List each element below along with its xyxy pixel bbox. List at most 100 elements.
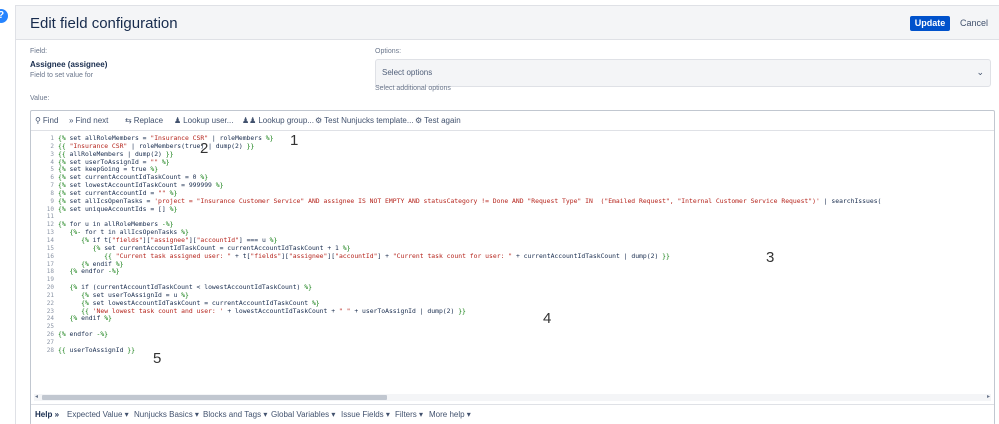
code-lines[interactable]: {% set allRoleMembers = "Insurance CSR" … — [58, 135, 994, 355]
code-editor[interactable]: ⚲ Find » Find next ⇆ Replace ♟ Lookup user..… — [30, 110, 995, 424]
lookup-group-button[interactable]: ♟♟ Lookup group... — [242, 116, 314, 125]
annotation-5: 5 — [153, 350, 162, 367]
user-icon: ♟ — [174, 116, 182, 125]
help-blocks-and-tags[interactable]: Blocks and Tags ▾ — [203, 410, 267, 419]
test-again-button[interactable]: ⚙ Test again — [415, 116, 461, 125]
find-next-icon: » — [69, 116, 74, 125]
code-line[interactable]: {% set allIcsOpenTasks = 'project = "Ins… — [58, 198, 994, 206]
update-button[interactable]: Update — [910, 16, 950, 31]
value-label: Value: — [30, 95, 50, 102]
find-next-button[interactable]: » Find next — [69, 116, 108, 125]
line-number: 23 — [46, 307, 54, 315]
code-line[interactable]: {% if (currentAccountIdTaskCount < lowes… — [58, 284, 994, 292]
annotation-2: 2 — [200, 140, 209, 157]
horizontal-scrollbar[interactable]: ◂ ▸ — [34, 394, 991, 401]
scrollbar-thumb[interactable] — [42, 395, 387, 400]
code-line[interactable]: {% set lowestAccountIdTaskCount = 999999… — [58, 182, 994, 190]
annotation-3: 3 — [766, 249, 775, 266]
line-number: 27 — [46, 338, 54, 346]
annotation-4: 4 — [543, 310, 552, 327]
edit-field-dialog: Edit field configuration Update Cancel F… — [15, 5, 999, 424]
code-line[interactable]: {% set currentAccountIdTaskCount = 0 %} — [58, 174, 994, 182]
line-number: 7 — [50, 182, 54, 190]
code-line[interactable]: {% set uniqueAccountIds = [] %} — [58, 206, 994, 214]
code-line[interactable]: {% for u in allRoleMembers -%} — [58, 221, 994, 229]
help-arrow-icon: » — [54, 410, 60, 419]
scroll-right-icon[interactable]: ▸ — [987, 393, 990, 400]
replace-label: Replace — [133, 116, 164, 125]
line-number-gutter: 1 2 3 4 5 6 7 8 9 10 11 12 13 14 15 16 17 18 19 20 21 22 23 24 2… — [31, 135, 54, 355]
help-expected-value[interactable]: Expected Value ▾ — [67, 410, 129, 419]
code-line[interactable]: {% endif %} — [58, 315, 994, 323]
code-line[interactable]: {%- for t in allIcsOpenTasks %} — [58, 229, 994, 237]
field-hint: Field to set value for — [30, 72, 94, 79]
code-line[interactable]: {% set allRoleMembers = "Insurance CSR" … — [58, 135, 994, 143]
replace-button[interactable]: ⇆ Replace — [125, 116, 163, 125]
help-global-variables[interactable]: Global Variables ▾ — [271, 410, 335, 419]
code-line[interactable]: {% if t["fields"]["assignee"]["accountId… — [58, 237, 994, 245]
help-filters[interactable]: Filters ▾ — [395, 410, 423, 419]
code-line[interactable]: {% endif %} — [58, 261, 994, 269]
help-bubble-icon[interactable]: ? — [0, 9, 8, 23]
chevron-down-icon: ⌄ — [976, 67, 984, 77]
code-line[interactable]: {% set keepGoing = true %} — [58, 166, 994, 174]
code-line[interactable]: {{ "Current task assigned user: " + t["f… — [58, 253, 994, 261]
field-value: Assignee (assignee) — [30, 60, 108, 69]
code-line[interactable] — [58, 276, 994, 284]
line-number: 10 — [46, 205, 54, 213]
line-number: 25 — [46, 323, 54, 331]
options-select[interactable]: Select options ⌄ — [375, 59, 991, 87]
code-line[interactable]: {% endfor -%} — [58, 268, 994, 276]
test-again-label: Test again — [424, 116, 461, 125]
code-line[interactable]: {{ 'New lowest task count and user: ' + … — [58, 308, 994, 316]
options-hint: Select additional options — [375, 85, 451, 92]
code-line[interactable] — [58, 323, 994, 331]
line-number: 18 — [46, 268, 54, 276]
help-label: Help » — [35, 410, 59, 419]
code-line[interactable]: {{ "Insurance CSR" | roleMembers(true) |… — [58, 143, 994, 151]
dialog-title: Edit field configuration — [30, 15, 178, 32]
code-line[interactable]: {{ userToAssignId }} — [58, 347, 994, 355]
line-number: 6 — [50, 174, 54, 182]
lookup-user-button[interactable]: ♟ Lookup user... — [174, 116, 233, 125]
code-line[interactable]: {% set currentAccountId = "" %} — [58, 190, 994, 198]
help-more-help[interactable]: More help ▾ — [429, 410, 471, 419]
line-number: 28 — [46, 346, 54, 354]
line-number: 8 — [50, 189, 54, 197]
scroll-left-icon[interactable]: ◂ — [35, 393, 38, 400]
code-line[interactable]: {% set currentAccountIdTaskCount = curre… — [58, 245, 994, 253]
help-nunjucks-basics[interactable]: Nunjucks Basics ▾ — [134, 410, 199, 419]
find-button[interactable]: ⚲ Find — [35, 116, 58, 125]
code-line[interactable]: {% endfor -%} — [58, 331, 994, 339]
help-bar: Help » Expected Value ▾ Nunjucks Basics … — [31, 404, 994, 424]
line-number: 11 — [46, 213, 54, 221]
search-icon: ⚲ — [35, 116, 41, 125]
line-number: 15 — [46, 244, 54, 252]
line-number: 9 — [50, 197, 54, 205]
replace-icon: ⇆ — [125, 116, 132, 125]
lookup-group-label: Lookup group... — [258, 116, 314, 125]
help-text: Help — [35, 410, 53, 419]
line-number: 26 — [46, 331, 54, 339]
test-template-label: Test Nunjucks template... — [324, 116, 414, 125]
find-label: Find — [42, 116, 59, 125]
code-line[interactable]: {{ allRoleMembers | dump(2) }} — [58, 151, 994, 159]
test-icon: ⚙ — [315, 116, 323, 125]
code-line[interactable]: {% set userToAssignId = u %} — [58, 292, 994, 300]
line-number: 20 — [46, 284, 54, 292]
test-template-button[interactable]: ⚙ Test Nunjucks template... — [315, 116, 414, 125]
code-line[interactable]: {% set lowestAccountIdTaskCount = curren… — [58, 300, 994, 308]
editor-toolbar: ⚲ Find » Find next ⇆ Replace ♟ Lookup user..… — [31, 111, 994, 131]
line-number: 12 — [46, 221, 54, 229]
line-number: 13 — [46, 229, 54, 237]
line-number: 3 — [50, 150, 54, 158]
find-next-label: Find next — [75, 116, 109, 125]
code-area[interactable]: 1 2 3 4 5 6 7 8 9 10 11 12 13 14 15 16 17 18 19 20 21 22 23 24 2… — [31, 135, 994, 395]
line-number: 14 — [46, 236, 54, 244]
code-line[interactable]: {% set userToAssignId = "" %} — [58, 159, 994, 167]
code-line[interactable] — [58, 213, 994, 221]
line-number: 22 — [46, 299, 54, 307]
cancel-button[interactable]: Cancel — [960, 16, 988, 31]
help-issue-fields[interactable]: Issue Fields ▾ — [341, 410, 390, 419]
code-line[interactable] — [58, 339, 994, 347]
